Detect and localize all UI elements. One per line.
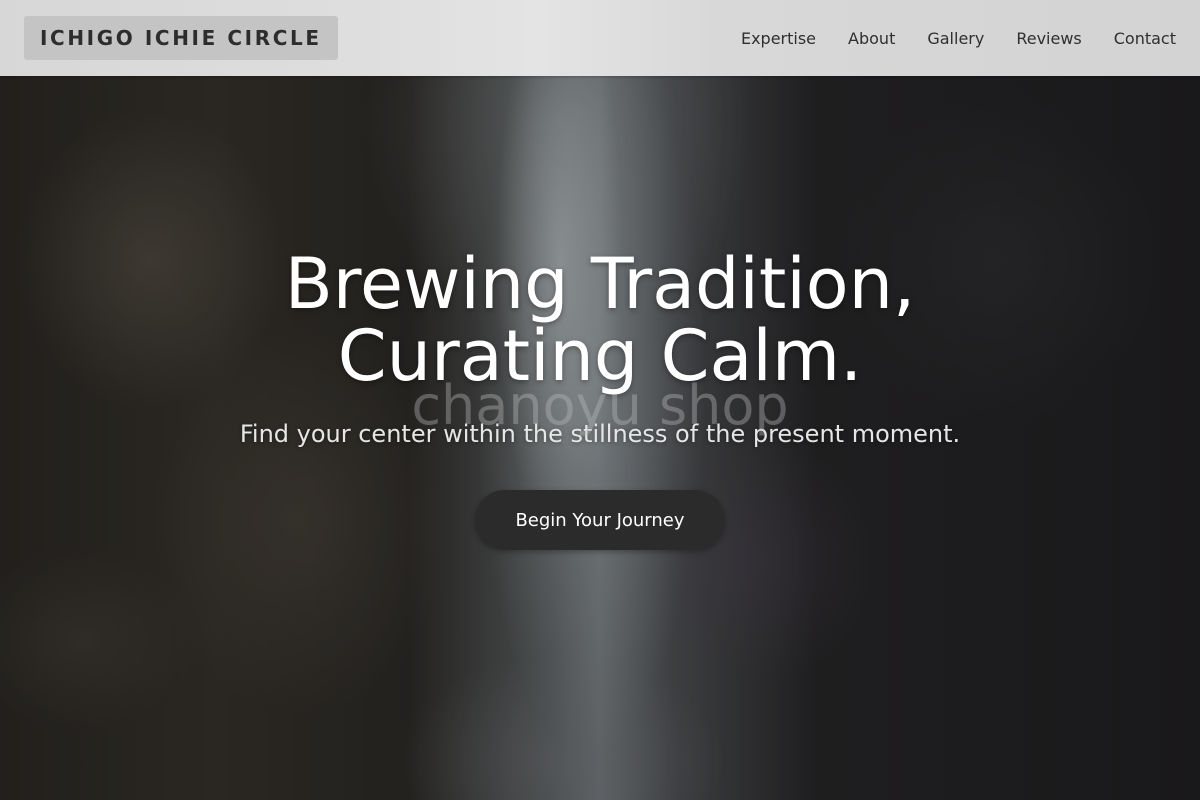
- nav-link-expertise[interactable]: Expertise: [741, 29, 816, 48]
- hero-section: chanoyu shop Brewing Tradition, Curating…: [0, 0, 1200, 800]
- nav-link-gallery[interactable]: Gallery: [927, 29, 984, 48]
- site-header: ICHIGO ICHIE CIRCLE Expertise About Gall…: [0, 0, 1200, 76]
- nav-link-contact[interactable]: Contact: [1114, 29, 1176, 48]
- landing-page: ICHIGO ICHIE CIRCLE Expertise About Gall…: [0, 0, 1200, 800]
- nav-link-about[interactable]: About: [848, 29, 895, 48]
- nav-link-reviews[interactable]: Reviews: [1016, 29, 1081, 48]
- main-nav: Expertise About Gallery Reviews Contact: [741, 0, 1176, 76]
- hero-subtitle: Find your center within the stillness of…: [239, 420, 961, 448]
- hero-title-line-2: Curating Calm.: [337, 315, 863, 397]
- hero-title: Brewing Tradition, Curating Calm.: [0, 248, 1200, 392]
- hero-title-line-1: Brewing Tradition,: [284, 243, 916, 325]
- begin-journey-button[interactable]: Begin Your Journey: [475, 490, 725, 550]
- site-logo[interactable]: ICHIGO ICHIE CIRCLE: [24, 16, 338, 60]
